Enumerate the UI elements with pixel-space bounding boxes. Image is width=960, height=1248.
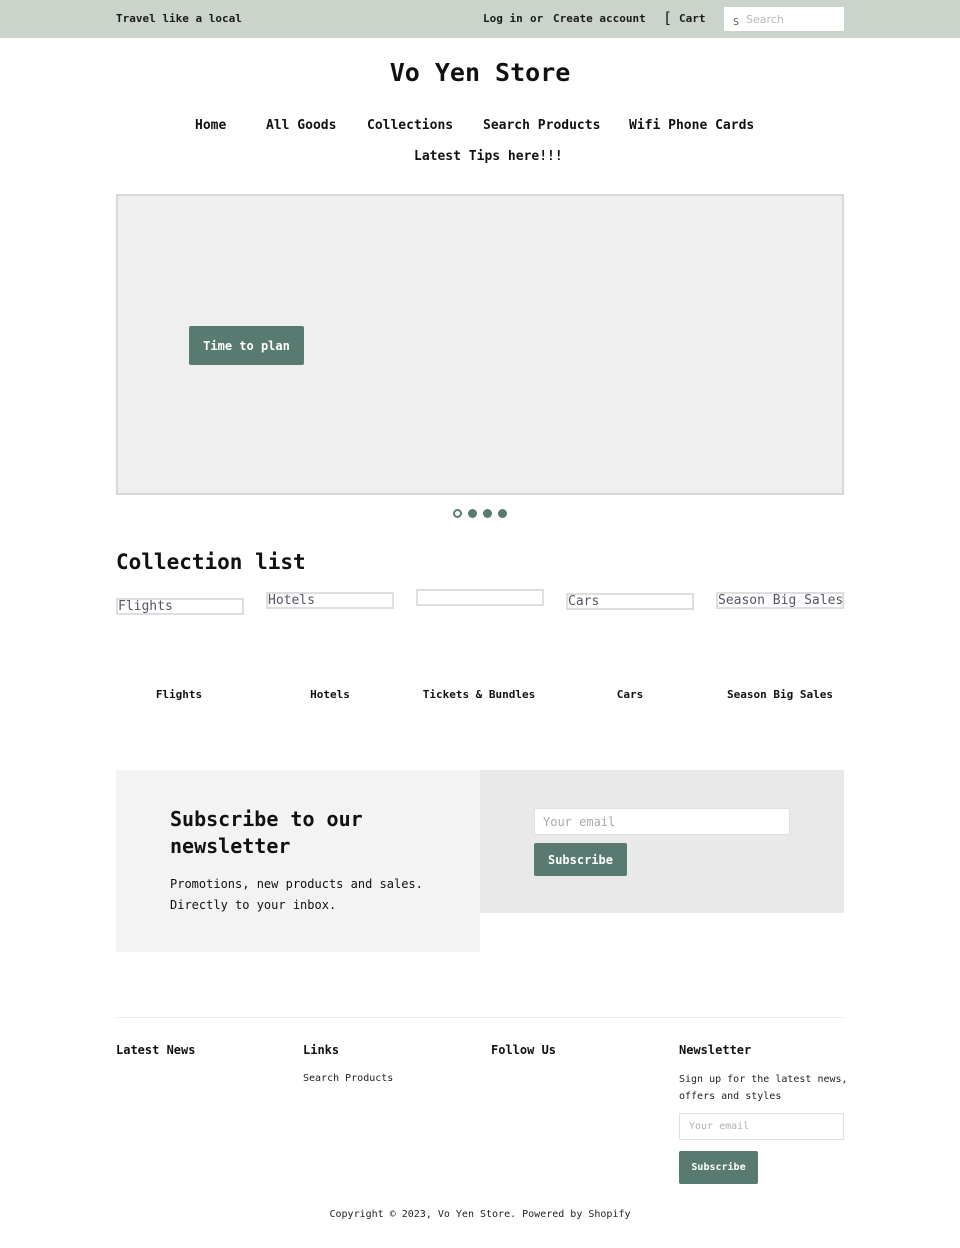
collection-image-alt: Cars [568, 594, 600, 609]
slide-dot-2[interactable] [468, 509, 477, 518]
collection-label-season-big-sales[interactable]: Season Big Sales [705, 688, 855, 701]
cart-icon[interactable]: [ [663, 9, 672, 27]
nav-latest-tips[interactable]: Latest Tips here!!! [414, 149, 563, 164]
footer-subscribe-button[interactable]: Subscribe [679, 1151, 758, 1184]
collection-image-cars[interactable]: Cars [566, 593, 694, 610]
footer-newsletter-desc: Sign up for the latest news, offers and … [679, 1074, 848, 1102]
footer-newsletter-heading: Newsletter [679, 1043, 752, 1057]
footer-links-heading: Links [303, 1043, 340, 1057]
collection-label-cars[interactable]: Cars [555, 688, 705, 701]
login-link[interactable]: Log in [483, 12, 523, 25]
footer-divider [116, 1017, 844, 1018]
collection-image-tickets[interactable] [416, 589, 544, 606]
slide-dot-1[interactable] [453, 509, 462, 518]
nav-search-products[interactable]: Search Products [483, 118, 600, 133]
copyright-text: Copyright © 2023, Vo Yen Store. Powered … [329, 1209, 631, 1220]
or-separator: or [530, 12, 544, 25]
footer-latest-news-heading: Latest News [116, 1043, 196, 1057]
nav-all-goods[interactable]: All Goods [266, 118, 336, 133]
collection-image-alt: Season Big Sales [718, 593, 844, 608]
newsletter-form: Subscribe [480, 770, 844, 913]
hero-slideshow: Time to plan [116, 194, 844, 495]
newsletter-subscribe-button[interactable]: Subscribe [534, 843, 627, 876]
tagline: Travel like a local [116, 12, 242, 25]
collection-label-tickets-bundles[interactable]: Tickets & Bundles [404, 688, 554, 701]
footer-email-input[interactable] [679, 1113, 844, 1140]
cart-link[interactable]: Cart [679, 12, 706, 25]
search-icon[interactable]: S [733, 17, 739, 28]
collection-label-hotels[interactable]: Hotels [255, 688, 405, 701]
create-account-link[interactable]: Create account [553, 12, 646, 25]
nav-collections[interactable]: Collections [367, 118, 453, 133]
collection-label-flights[interactable]: Flights [104, 688, 254, 701]
store-title[interactable]: Vo Yen Store [0, 58, 960, 87]
time-to-plan-button[interactable]: Time to plan [189, 326, 304, 365]
slide-dot-3[interactable] [483, 509, 492, 518]
footer-follow-us-heading: Follow Us [491, 1043, 557, 1057]
collection-image-alt: Flights [118, 599, 173, 614]
collection-image-flights[interactable]: Flights [116, 598, 244, 615]
collection-list-heading: Collection list [116, 550, 306, 574]
collection-image-hotels[interactable]: Hotels [266, 592, 394, 609]
newsletter-info: Subscribe to our newsletter Promotions, … [116, 770, 480, 952]
slide-dot-4[interactable] [498, 509, 507, 518]
newsletter-body: Promotions, new products and sales. Dire… [170, 877, 423, 912]
collection-image-season-sales[interactable]: Season Big Sales [716, 592, 844, 609]
search-input[interactable] [746, 10, 840, 28]
newsletter-email-input[interactable] [534, 808, 790, 835]
nav-wifi-phone-cards[interactable]: Wifi Phone Cards [629, 118, 754, 133]
search-box[interactable]: S [724, 7, 844, 31]
nav-home[interactable]: Home [195, 118, 226, 133]
top-bar: Travel like a local Log in or Create acc… [0, 0, 960, 38]
collection-image-alt: Hotels [268, 593, 315, 608]
newsletter-heading: Subscribe to our newsletter [170, 807, 363, 858]
footer-link-search-products[interactable]: Search Products [303, 1073, 393, 1084]
